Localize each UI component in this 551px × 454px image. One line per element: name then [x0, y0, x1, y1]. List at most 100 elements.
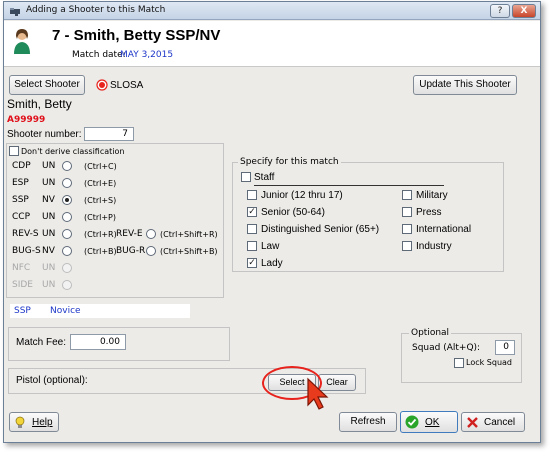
division-radio[interactable] [62, 246, 72, 256]
cancel-x-icon [466, 416, 479, 429]
division-class: UN [42, 229, 56, 239]
division-code-right: REV-E [116, 229, 143, 239]
division-class: UN [42, 178, 56, 188]
specify-label: Senior (50-64) [261, 207, 325, 218]
ok-button-label: OK [425, 417, 440, 428]
division-radio[interactable] [62, 280, 72, 290]
refresh-button[interactable]: Refresh [339, 412, 397, 432]
division-code: CCP [12, 212, 30, 222]
update-shooter-button[interactable]: Update This Shooter [413, 75, 517, 95]
division-radio[interactable] [62, 263, 72, 273]
division-radio-right[interactable] [146, 229, 156, 239]
cancel-button[interactable]: Cancel [461, 412, 525, 432]
division-shortcut: (Ctrl+C) [84, 162, 117, 171]
specify-label: Junior (12 thru 17) [261, 190, 343, 201]
window-title: Adding a Shooter to this Match [26, 5, 166, 15]
specify-label: Distinguished Senior (65+) [261, 224, 380, 235]
cancel-button-label: Cancel [484, 417, 516, 428]
division-radio[interactable] [62, 178, 72, 188]
match-date-value: MAY 3,2015 [120, 50, 174, 60]
division-code-right: BUG-R [116, 246, 146, 256]
division-class: UN [42, 263, 56, 273]
specify-label: International [416, 224, 472, 235]
division-radio[interactable] [62, 212, 72, 222]
staff-separator [254, 185, 444, 186]
division-code: SIDE [12, 280, 33, 290]
summary-division: SSP [14, 306, 31, 316]
specify-checkbox[interactable] [402, 224, 412, 234]
ok-check-icon [405, 415, 419, 429]
specify-checkbox[interactable] [402, 190, 412, 200]
division-shortcut: (Ctrl+E) [84, 179, 117, 188]
division-shortcut: (Ctrl+R) [84, 230, 117, 239]
division-shortcut: (Ctrl+P) [84, 213, 117, 222]
specify-label: Lady [261, 258, 283, 269]
division-code: NFC [12, 263, 31, 273]
division-code: ESP [12, 178, 29, 188]
specify-checkbox[interactable] [247, 190, 257, 200]
close-button[interactable]: X [512, 4, 536, 18]
help-button[interactable]: Help [9, 412, 59, 432]
specify-checkbox[interactable] [402, 207, 412, 217]
shooter-id: A99999 [7, 115, 46, 125]
shooter-avatar-icon [12, 27, 32, 55]
staff-checkbox[interactable] [241, 172, 251, 182]
specify-checkbox[interactable] [247, 224, 257, 234]
squad-input[interactable]: 0 [495, 340, 515, 355]
specify-label: Press [416, 207, 442, 218]
slosa-red-dot-icon [96, 79, 108, 91]
division-class: UN [42, 280, 56, 290]
select-shooter-button[interactable]: Select Shooter [9, 75, 85, 95]
help-title-button[interactable]: ? [490, 4, 510, 18]
help-button-label: Help [32, 417, 53, 428]
pistol-label: Pistol (optional): [16, 375, 88, 386]
division-shortcut: (Ctrl+B) [84, 247, 117, 256]
division-radio[interactable] [62, 229, 72, 239]
match-fee-label: Match Fee: [16, 337, 67, 348]
specify-checkbox[interactable]: ✓ [247, 207, 257, 217]
mouse-cursor-icon [305, 377, 331, 413]
match-date-label: Match date: [72, 50, 126, 60]
division-code: CDP [12, 161, 31, 171]
dont-derive-checkbox[interactable] [9, 146, 19, 156]
division-code: SSP [12, 195, 29, 205]
specify-checkbox[interactable] [402, 241, 412, 251]
staff-label: Staff [254, 172, 275, 183]
title-bar[interactable]: Adding a Shooter to this Match ? X [4, 2, 540, 20]
shooter-name: Smith, Betty [7, 97, 72, 111]
division-shortcut: (Ctrl+S) [84, 196, 117, 205]
squad-label: Squad (Alt+Q): [412, 343, 481, 353]
division-code: REV-S [12, 229, 39, 239]
optional-legend: Optional [409, 328, 452, 338]
slosa-label: SLOSA [110, 80, 144, 91]
page-title: 7 - Smith, Betty SSP/NV [52, 27, 221, 44]
division-radio[interactable] [62, 195, 72, 205]
match-fee-input[interactable]: 0.00 [70, 334, 126, 350]
ok-button[interactable]: OK [400, 411, 458, 433]
shooter-number-input[interactable]: 7 [84, 127, 134, 141]
app-icon [9, 5, 21, 17]
specify-legend: Specify for this match [238, 157, 341, 167]
dialog-window: Adding a Shooter to this Match ? X 7 - S… [3, 1, 541, 443]
division-class: UN [42, 161, 56, 171]
lock-squad-label: Lock Squad [466, 358, 512, 367]
specify-label: Military [416, 190, 448, 201]
division-shortcut-right: (Ctrl+Shift+B) [160, 247, 218, 256]
specify-label: Law [261, 241, 280, 252]
header-panel: 7 - Smith, Betty SSP/NV Match date: MAY … [4, 21, 540, 67]
lock-squad-checkbox[interactable] [454, 358, 464, 368]
division-summary: SSP Novice [10, 304, 190, 318]
specify-label: Industry [416, 241, 452, 252]
division-radio-right[interactable] [146, 246, 156, 256]
summary-classification: Novice [50, 306, 81, 316]
help-lightbulb-icon [15, 416, 25, 429]
specify-checkbox[interactable]: ✓ [247, 258, 257, 268]
specify-checkbox[interactable] [247, 241, 257, 251]
division-code: BUG-S [12, 246, 41, 256]
division-class: NV [42, 195, 55, 205]
dont-derive-label: Don't derive classification [21, 147, 125, 156]
division-radio[interactable] [62, 161, 72, 171]
shooter-number-label: Shooter number: [7, 129, 82, 140]
division-class: UN [42, 212, 56, 222]
division-shortcut-right: (Ctrl+Shift+R) [160, 230, 218, 239]
